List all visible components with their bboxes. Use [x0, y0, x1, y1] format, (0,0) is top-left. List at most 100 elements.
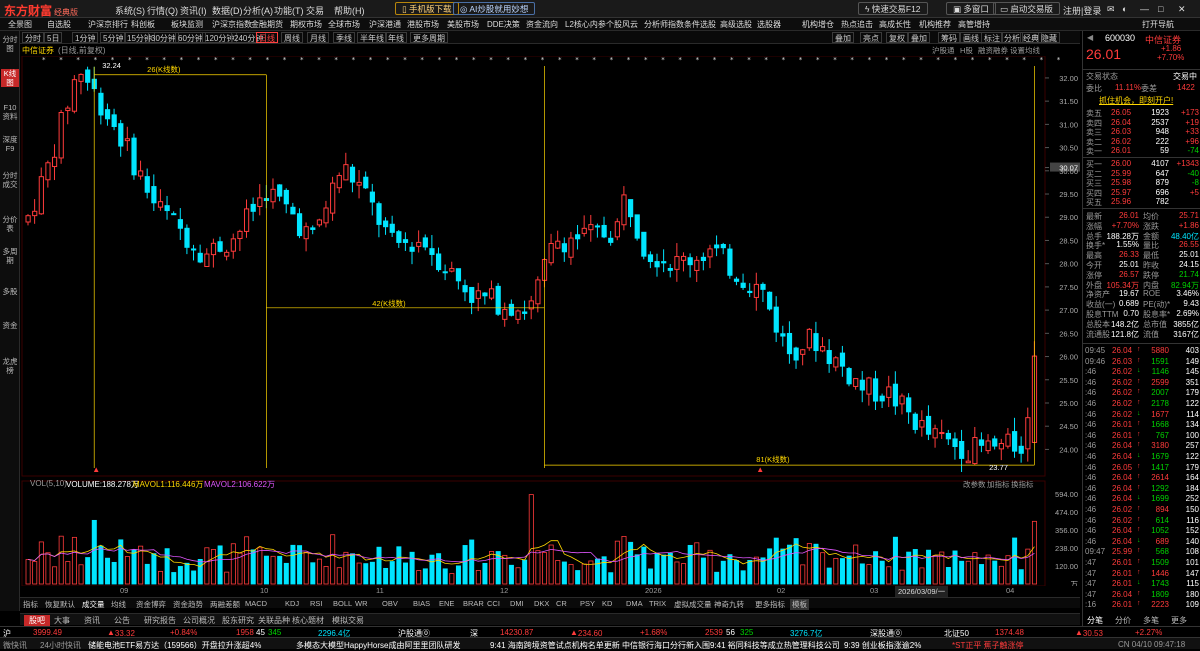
chart-tool[interactable]: 亮点	[860, 32, 882, 43]
quick-trade-button[interactable]: ϟ 快速交易F12	[858, 2, 928, 15]
nav-item[interactable]: 选股器	[757, 19, 781, 30]
indicator-tab[interactable]: ENE	[439, 599, 454, 608]
indicator-tab[interactable]: CR	[556, 599, 567, 608]
period-tab[interactable]: 半年线	[357, 32, 387, 43]
period-tab[interactable]: 日线	[256, 32, 278, 43]
indicator-tab[interactable]: 神奇九转	[714, 599, 744, 610]
indicator-tab[interactable]: CCI	[487, 599, 500, 608]
indicator-tab[interactable]: KDJ	[285, 599, 299, 608]
indicator-tab[interactable]: MACD	[245, 599, 267, 608]
nav-item[interactable]: 沪深港通	[369, 19, 401, 30]
nav-item[interactable]: 科创板	[131, 19, 155, 30]
news-item-5[interactable]: 9:39 创业板指涨逾2%	[844, 640, 921, 651]
period-tab[interactable]: 5日	[44, 32, 63, 43]
minimize-icon[interactable]: —	[1140, 4, 1149, 14]
sidebar-item[interactable]: 分时图	[1, 35, 19, 53]
panel-tab[interactable]: 更多	[1171, 615, 1187, 626]
chart-tool[interactable]: 复权	[886, 32, 908, 43]
period-tab[interactable]: 更多周期	[410, 32, 448, 43]
indicator-tab[interactable]: 资金博弈	[136, 599, 166, 610]
nav-item[interactable]: 个股风云	[606, 19, 638, 30]
nav-item[interactable]: 高管增持	[958, 19, 990, 30]
menu-quote[interactable]: 行情(Q)	[147, 4, 178, 17]
tool-hshare[interactable]: H股	[960, 45, 973, 56]
indicator-tab[interactable]: 模板	[790, 599, 809, 610]
news-item-4[interactable]: 9:41 裕同科技等成立热管理科技公司	[710, 640, 840, 651]
tool-margin[interactable]: 融资融券	[978, 45, 1008, 56]
news-item-2[interactable]: 多模态大模型HappyHorse成由阿里里团队研发	[296, 640, 460, 651]
sidebar-item[interactable]: 多周期	[1, 247, 19, 265]
sidebar-item[interactable]: 多股	[1, 287, 19, 296]
panel-tab[interactable]: 分笔	[1087, 615, 1103, 626]
indicator-tab[interactable]: TRIX	[649, 599, 666, 608]
arrow-icon[interactable]: ◀	[1087, 33, 1093, 42]
bottom-tab[interactable]: 资讯	[84, 615, 100, 626]
sidebar-item[interactable]: 资金	[1, 321, 19, 330]
panel-tab[interactable]: 分价	[1115, 615, 1131, 626]
menu-help[interactable]: 帮助(H)	[334, 4, 365, 17]
nav-item[interactable]: 全球市场	[328, 19, 360, 30]
period-tab[interactable]: 年线	[385, 32, 407, 43]
news-ticker[interactable]: *ST正平 蕉子触涨停	[952, 640, 1024, 651]
bj-value[interactable]: 1374.48	[995, 628, 1024, 637]
menu-analysis[interactable]: 分析(A)	[243, 4, 273, 17]
period-tab[interactable]: 1分钟	[72, 32, 99, 43]
sidebar-item[interactable]: F10资料	[1, 103, 19, 121]
period-tab[interactable]: 分时	[22, 32, 44, 43]
nav-item[interactable]: DDE决策	[487, 19, 520, 30]
news-label[interactable]: 24小时快讯	[40, 640, 81, 651]
bottom-tab[interactable]: 大事	[54, 615, 70, 626]
menu-trade[interactable]: 交易	[306, 4, 324, 17]
indicator-tab[interactable]: 两融差额	[210, 599, 240, 610]
sidebar-item[interactable]: K线图	[1, 69, 19, 87]
tool-ma-settings[interactable]: 设置均线	[1010, 45, 1040, 56]
nav-item[interactable]: L2核心内参	[565, 19, 606, 30]
indicator-tab[interactable]: PSY	[580, 599, 595, 608]
nav-item[interactable]: 板块监测	[171, 19, 203, 30]
indicator-tab[interactable]: RSI	[310, 599, 323, 608]
indicator-tab[interactable]: DMI	[510, 599, 524, 608]
indicator-tab[interactable]: BOLL	[333, 599, 352, 608]
launch-trade-button[interactable]: ▭ 启动交易版	[993, 2, 1060, 15]
nav-item[interactable]: 机构增仓	[802, 19, 834, 30]
skin-icon[interactable]: ◐	[1122, 4, 1127, 14]
indicator-tab[interactable]: WR	[355, 599, 368, 608]
maximize-icon[interactable]: □	[1158, 4, 1163, 14]
period-tab[interactable]: 5分钟	[100, 32, 127, 43]
bottom-tab[interactable]: 公司概况	[183, 615, 215, 626]
nav-item[interactable]: 分析师指数	[644, 19, 684, 30]
nav-item[interactable]: 高成长性	[879, 19, 911, 30]
sh-value[interactable]: 3999.49	[33, 628, 62, 637]
indicator-tab[interactable]: 恢复默认	[45, 599, 75, 610]
indicator-tab[interactable]: 虚拟成交量	[674, 599, 712, 610]
vol-change-indicator[interactable]: 换指标	[1011, 479, 1034, 490]
sz-value[interactable]: 14230.87	[500, 628, 533, 637]
nav-item[interactable]: 沪深京排行	[88, 19, 128, 30]
bottom-tab[interactable]: 公告	[114, 615, 130, 626]
indicator-tab[interactable]: 资金趋势	[173, 599, 203, 610]
chart-tool[interactable]: 隐藏	[1038, 32, 1060, 43]
bottom-tab[interactable]: 股东研究	[222, 615, 254, 626]
nav-item[interactable]: 打开导航	[1142, 19, 1174, 30]
period-tab[interactable]: 季线	[333, 32, 355, 43]
period-tab[interactable]: 周线	[281, 32, 303, 43]
bottom-tab[interactable]: 股吧	[24, 615, 50, 626]
nav-item[interactable]: 全景图	[8, 19, 32, 30]
indicator-tab[interactable]: BIAS	[413, 599, 430, 608]
bottom-tab[interactable]: 关联品种	[258, 615, 290, 626]
bottom-tab[interactable]: 模拟交易	[332, 615, 364, 626]
mobile-download-button[interactable]: ▯ 手机版下载	[395, 2, 459, 15]
nav-item[interactable]: 高级选股	[720, 19, 752, 30]
panel-tab[interactable]: 多笔	[1143, 615, 1159, 626]
nav-item[interactable]: 条件选股	[684, 19, 716, 30]
news-item-3[interactable]: 9:41 海南跨境资管试点机构名单更新 中信银行海口分行新入围	[490, 640, 710, 651]
vol-add-indicator[interactable]: 加指标	[987, 479, 1010, 490]
nav-item[interactable]: 资金流向	[526, 19, 558, 30]
vol-edit-params[interactable]: 改参数	[963, 479, 986, 490]
indicator-tab[interactable]: 更多指标	[755, 599, 785, 610]
indicator-tab[interactable]: KD	[602, 599, 612, 608]
adjust-mode[interactable]: (日线,前复权)	[58, 45, 106, 56]
nav-item[interactable]: 机构推荐	[919, 19, 951, 30]
nav-item[interactable]: 自选股	[47, 19, 71, 30]
period-tab[interactable]: 月线	[307, 32, 329, 43]
